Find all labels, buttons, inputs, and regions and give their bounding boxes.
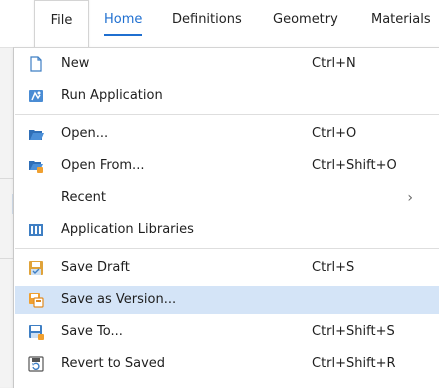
application-libraries-icon bbox=[28, 222, 44, 238]
save-to-icon bbox=[28, 324, 44, 340]
menu-separator bbox=[15, 248, 439, 249]
menu-item-label: Application Libraries bbox=[61, 222, 194, 237]
tab-file[interactable]: File bbox=[34, 0, 89, 48]
ribbon: File Home Definitions Geometry Materials bbox=[0, 0, 439, 48]
menu-item-application-libraries[interactable]: Application Libraries bbox=[15, 216, 439, 244]
new-document-icon bbox=[28, 56, 44, 72]
menu-item-shortcut: Ctrl+N bbox=[312, 56, 356, 71]
menu-item-recent[interactable]: Recent › bbox=[15, 184, 439, 212]
revert-to-saved-icon bbox=[28, 356, 44, 372]
menu-item-shortcut: Ctrl+Shift+R bbox=[312, 356, 396, 371]
menu-item-shortcut: Ctrl+S bbox=[312, 260, 355, 275]
tab-definitions[interactable]: Definitions bbox=[172, 0, 242, 40]
menu-item-save-draft[interactable]: Save Draft Ctrl+S bbox=[15, 254, 439, 282]
menu-item-open-from[interactable]: Open From... Ctrl+Shift+O bbox=[15, 152, 439, 180]
menu-item-shortcut: Ctrl+O bbox=[312, 126, 357, 141]
menu-item-label: Save Draft bbox=[61, 260, 130, 275]
open-from-icon bbox=[28, 158, 44, 174]
chevron-right-icon: › bbox=[407, 190, 413, 206]
save-draft-icon bbox=[28, 260, 44, 276]
menu-item-label: Run Application bbox=[61, 88, 163, 103]
menu-item-run-application[interactable]: Run Application bbox=[15, 82, 439, 110]
file-menu: New Ctrl+N Run Application Open... Ctrl+… bbox=[13, 47, 439, 388]
menu-item-label: Revert to Saved bbox=[61, 356, 166, 371]
menu-separator bbox=[15, 114, 439, 115]
tab-home[interactable]: Home bbox=[104, 0, 143, 40]
menu-item-label: Open From... bbox=[61, 158, 145, 173]
menu-item-revert-to-saved[interactable]: Revert to Saved Ctrl+Shift+R bbox=[15, 350, 439, 378]
menu-item-open[interactable]: Open... Ctrl+O bbox=[15, 120, 439, 148]
menu-item-label: Recent bbox=[61, 190, 106, 205]
run-application-icon bbox=[28, 88, 44, 104]
open-folder-icon bbox=[28, 126, 44, 142]
menu-item-label: New bbox=[61, 56, 90, 71]
menu-item-new[interactable]: New Ctrl+N bbox=[15, 50, 439, 78]
tab-geometry[interactable]: Geometry bbox=[273, 0, 338, 40]
menu-item-save-as-version[interactable]: Save as Version... bbox=[15, 286, 439, 314]
tab-materials[interactable]: Materials bbox=[371, 0, 431, 40]
menu-item-shortcut: Ctrl+Shift+O bbox=[312, 158, 397, 173]
menu-item-label: Save as Version... bbox=[61, 292, 177, 307]
menu-item-shortcut: Ctrl+Shift+S bbox=[312, 324, 395, 339]
menu-item-label: Save To... bbox=[61, 324, 123, 339]
menu-item-label: Open... bbox=[61, 126, 109, 141]
save-as-version-icon bbox=[28, 292, 44, 308]
menu-item-save-to[interactable]: Save To... Ctrl+Shift+S bbox=[15, 318, 439, 346]
